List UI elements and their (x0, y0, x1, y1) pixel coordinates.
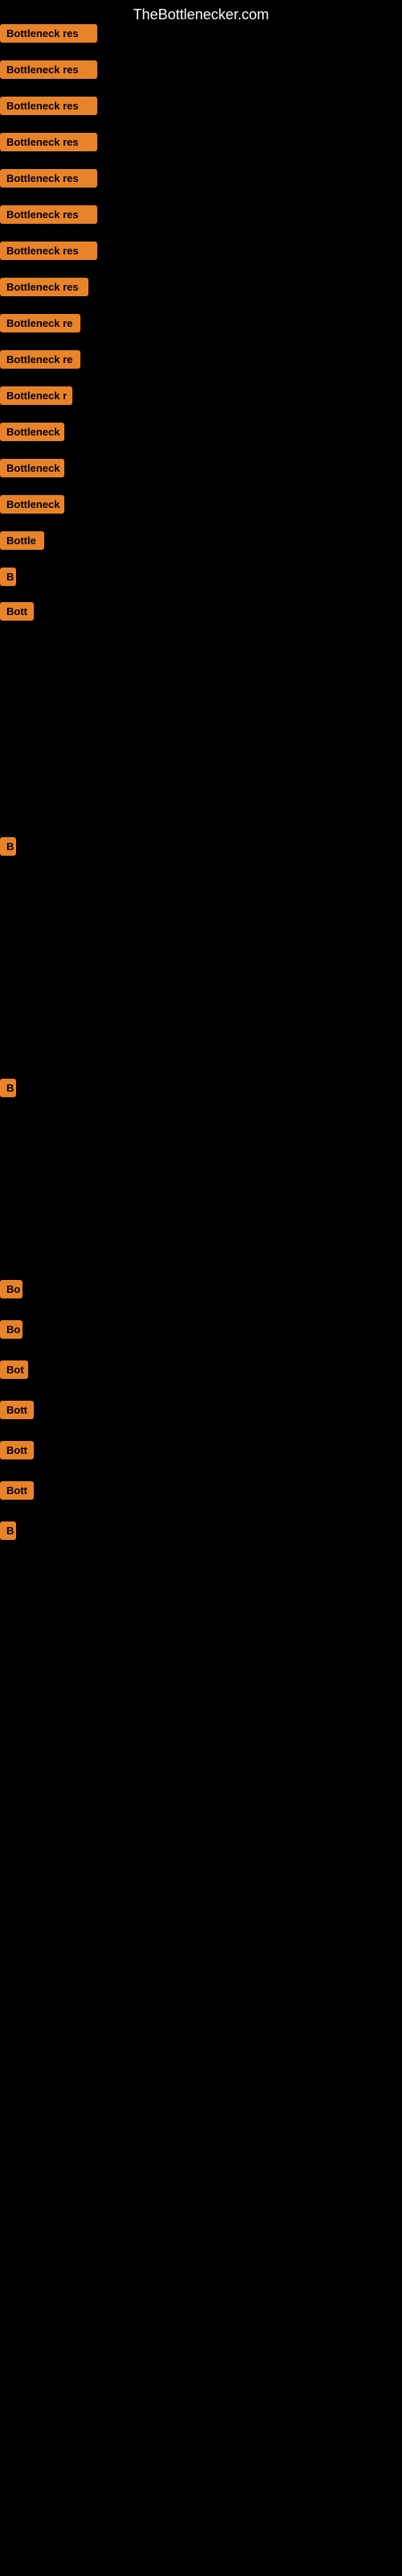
bottleneck-button-btn18[interactable]: B (0, 837, 16, 856)
bottleneck-button-btn6[interactable]: Bottleneck res (0, 205, 97, 224)
bottleneck-button-btn25[interactable]: Bott (0, 1481, 34, 1500)
bottleneck-button-btn16[interactable]: B (0, 568, 16, 586)
bottleneck-button-btn2[interactable]: Bottleneck res (0, 60, 97, 79)
bottleneck-button-btn21[interactable]: Bo (0, 1320, 23, 1339)
bottleneck-button-btn17[interactable]: Bott (0, 602, 34, 621)
bottleneck-button-btn10[interactable]: Bottleneck re (0, 350, 80, 369)
bottleneck-button-btn5[interactable]: Bottleneck res (0, 169, 97, 188)
site-title: TheBottlenecker.com (0, 0, 402, 27)
bottleneck-button-btn8[interactable]: Bottleneck res (0, 278, 88, 296)
bottleneck-button-btn7[interactable]: Bottleneck res (0, 242, 97, 260)
bottleneck-button-btn22[interactable]: Bot (0, 1360, 28, 1379)
bottleneck-button-btn12[interactable]: Bottleneck (0, 423, 64, 441)
bottleneck-button-btn15[interactable]: Bottle (0, 531, 44, 550)
bottleneck-button-btn24[interactable]: Bott (0, 1441, 34, 1459)
bottleneck-button-btn19[interactable]: B (0, 1079, 16, 1097)
bottleneck-button-btn23[interactable]: Bott (0, 1401, 34, 1419)
bottleneck-button-btn11[interactable]: Bottleneck r (0, 386, 72, 405)
bottleneck-button-btn3[interactable]: Bottleneck res (0, 97, 97, 115)
bottleneck-button-btn20[interactable]: Bo (0, 1280, 23, 1298)
bottleneck-button-btn26[interactable]: B (0, 1521, 16, 1540)
bottleneck-button-btn4[interactable]: Bottleneck res (0, 133, 97, 151)
bottleneck-button-btn13[interactable]: Bottleneck (0, 459, 64, 477)
bottleneck-button-btn9[interactable]: Bottleneck re (0, 314, 80, 332)
bottleneck-button-btn14[interactable]: Bottleneck (0, 495, 64, 514)
bottleneck-button-btn1[interactable]: Bottleneck res (0, 24, 97, 43)
